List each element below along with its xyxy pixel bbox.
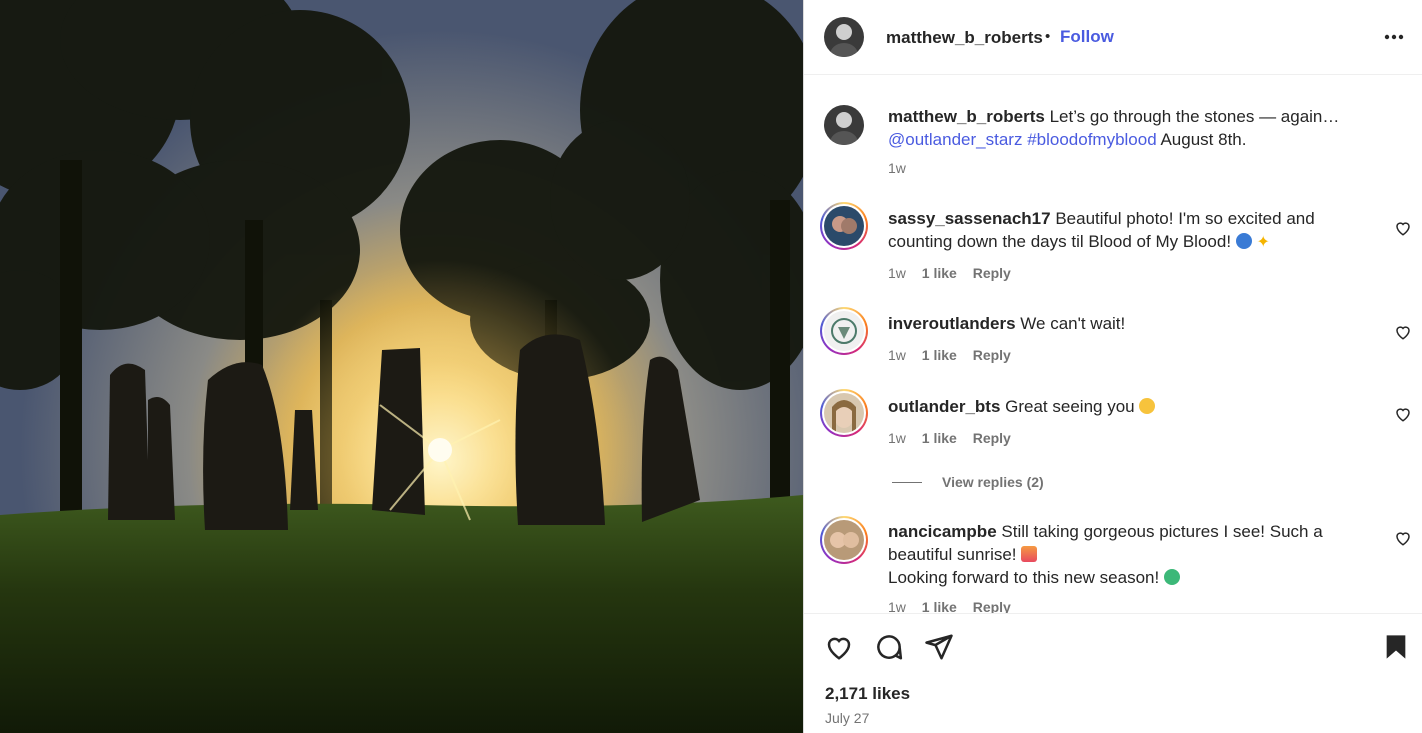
post-caption: matthew_b_roberts Let’s go through the s…: [888, 105, 1358, 151]
heart-icon[interactable]: [1394, 529, 1412, 547]
post-date: July 27: [825, 710, 870, 726]
comment-text: Still taking gorgeous pictures I see! Su…: [1001, 522, 1323, 541]
reply-button[interactable]: Reply: [973, 347, 1011, 363]
header-separator: •: [1045, 28, 1051, 45]
comment-time: 1w: [888, 430, 906, 446]
sparkles-icon: ✦: [1256, 234, 1270, 251]
comment-time: 1w: [888, 265, 906, 281]
follow-button[interactable]: Follow: [1060, 27, 1114, 47]
comment-text: Beautiful photo! I'm so excited and: [1055, 209, 1315, 228]
comment-text: beautiful sunrise!: [888, 545, 1017, 564]
comment-username[interactable]: outlander_bts: [888, 397, 1000, 416]
comment-avatar[interactable]: [820, 516, 868, 564]
sunrise-icon: [1021, 546, 1038, 562]
post-header: matthew_b_roberts • Follow: [804, 0, 1422, 75]
comment-text: Great seeing you: [1005, 397, 1135, 416]
caption-mention[interactable]: @outlander_starz: [888, 130, 1022, 149]
caption-avatar[interactable]: [824, 105, 864, 145]
comment-avatar[interactable]: [820, 389, 868, 437]
comment-icon[interactable]: [874, 632, 904, 662]
comment-time: 1w: [888, 347, 906, 363]
comment-likes[interactable]: 1 like: [922, 265, 957, 281]
comment-text: Looking forward to this new season!: [888, 568, 1160, 587]
caption-hashtag[interactable]: #bloodofmyblood: [1027, 130, 1156, 149]
likes-count[interactable]: 2,171 likes: [825, 684, 910, 704]
comment-username[interactable]: sassy_sassenach17: [888, 209, 1051, 228]
heart-icon[interactable]: [1394, 323, 1412, 341]
comment-username[interactable]: nancicampbe: [888, 522, 997, 541]
comment: sassy_sassenach17 Beautiful photo! I'm s…: [888, 207, 1358, 254]
heart-icon[interactable]: [824, 632, 854, 662]
comment: inveroutlanders We can't wait!: [888, 312, 1358, 335]
view-replies-button[interactable]: View replies (2): [942, 474, 1044, 490]
comment-username[interactable]: inveroutlanders: [888, 314, 1016, 333]
comment-likes[interactable]: 1 like: [922, 347, 957, 363]
comment-meta: 1w 1 like Reply: [888, 265, 1023, 281]
share-icon[interactable]: [924, 632, 954, 662]
view-replies-line: [892, 482, 922, 483]
comment-text: counting down the days til Blood of My B…: [888, 232, 1232, 251]
comment-likes[interactable]: 1 like: [922, 599, 957, 613]
bookmark-icon[interactable]: [1382, 632, 1410, 662]
comment-meta: 1w 1 like Reply: [888, 430, 1023, 446]
post-image[interactable]: [0, 0, 803, 733]
reply-button[interactable]: Reply: [973, 265, 1011, 281]
caption-text-2: August 8th.: [1160, 130, 1247, 149]
comment-avatar[interactable]: [820, 307, 868, 355]
caption-text: Let’s go through the stones — again…: [1049, 107, 1340, 126]
author-username[interactable]: matthew_b_roberts: [886, 28, 1043, 48]
caption-username[interactable]: matthew_b_roberts: [888, 107, 1045, 126]
heart-icon[interactable]: [1394, 405, 1412, 423]
post-panel: matthew_b_roberts • Follow matthew_b_rob…: [803, 0, 1422, 733]
comment: nancicampbe Still taking gorgeous pictur…: [888, 520, 1358, 589]
reply-button[interactable]: Reply: [973, 599, 1011, 613]
green-heart-icon: [1163, 569, 1180, 585]
comment: outlander_bts Great seeing you: [888, 395, 1358, 418]
comment-text: We can't wait!: [1020, 314, 1126, 333]
more-horizontal-icon[interactable]: [1384, 30, 1404, 44]
face-blowing-kiss-icon: [1139, 398, 1156, 414]
heart-icon[interactable]: [1394, 219, 1412, 237]
comment-meta: 1w 1 like Reply: [888, 347, 1023, 363]
blue-heart-icon: [1235, 233, 1252, 249]
comment-avatar[interactable]: [820, 202, 868, 250]
comment-likes[interactable]: 1 like: [922, 430, 957, 446]
author-avatar[interactable]: [824, 17, 864, 57]
comments-scroll[interactable]: matthew_b_roberts Let’s go through the s…: [804, 76, 1422, 613]
reply-button[interactable]: Reply: [973, 430, 1011, 446]
action-bar: 2,171 likes July 27: [804, 613, 1422, 733]
comment-meta: 1w 1 like Reply: [888, 599, 1023, 613]
caption-time: 1w: [888, 160, 906, 176]
comment-time: 1w: [888, 599, 906, 613]
